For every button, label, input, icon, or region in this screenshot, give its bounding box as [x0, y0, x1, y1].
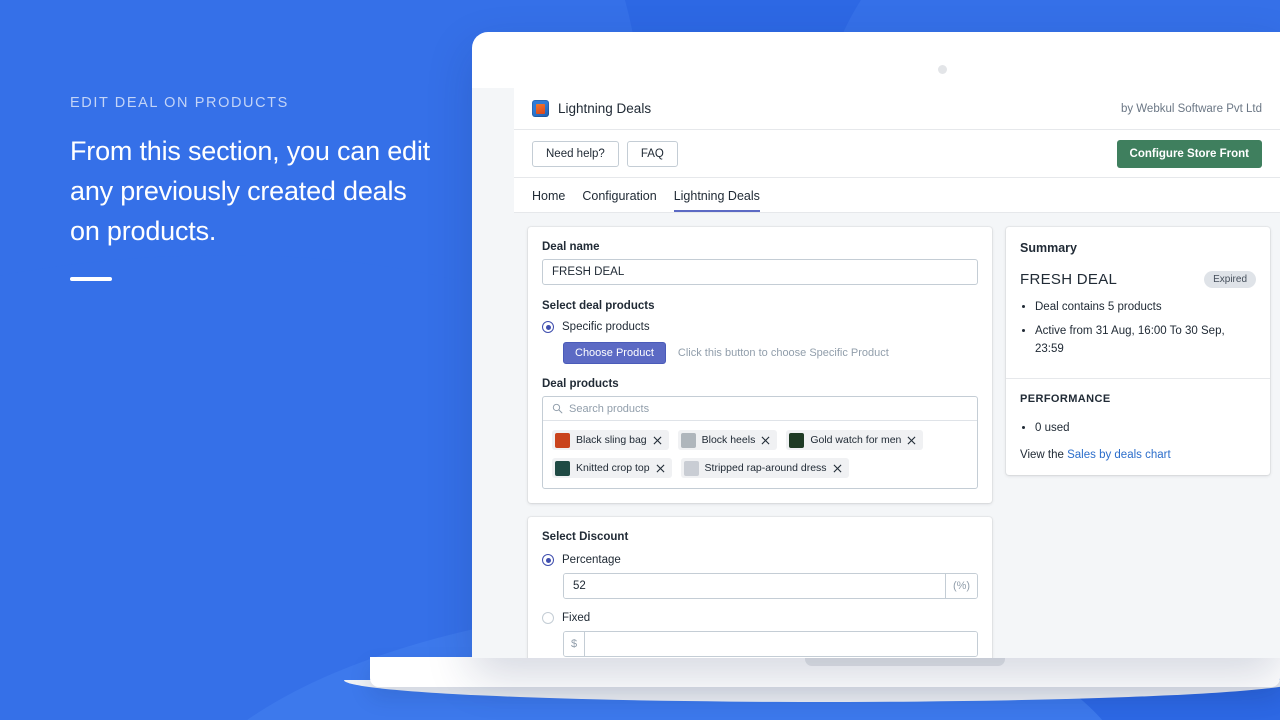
- promo-eyebrow: EDIT DEAL ON PRODUCTS: [70, 95, 289, 111]
- app-vendor: by Webkul Software Pvt Ltd: [1120, 102, 1262, 115]
- remove-product-icon[interactable]: [656, 464, 665, 473]
- product-tag-label: Block heels: [701, 434, 756, 446]
- app-content: Deal name Select deal products Specific …: [514, 213, 1280, 658]
- nav-item-home[interactable]: Home: [532, 189, 565, 212]
- performance-bullets: 0 used: [1035, 419, 1256, 437]
- percentage-label: Percentage: [562, 554, 621, 566]
- remove-product-icon[interactable]: [653, 436, 662, 445]
- laptop-lid: Lightning Deals by Webkul Software Pvt L…: [472, 32, 1280, 658]
- choose-product-row: Choose Product Click this button to choo…: [563, 342, 978, 364]
- deal-name-label: Deal name: [542, 241, 600, 253]
- product-search-row[interactable]: Search products: [543, 397, 977, 421]
- laptop-base: [370, 657, 1280, 687]
- app-window: Lightning Deals by Webkul Software Pvt L…: [514, 88, 1280, 658]
- select-discount-label: Select Discount: [542, 531, 629, 543]
- percentage-suffix: (%): [945, 574, 977, 598]
- specific-products-radio[interactable]: [542, 321, 554, 333]
- app-actionbar: Need help? FAQ Configure Store Front: [514, 130, 1280, 178]
- fixed-input[interactable]: [585, 632, 977, 656]
- deal-name-input[interactable]: [542, 259, 978, 285]
- summary-bullet: Active from 31 Aug, 16:00 To 30 Sep, 23:…: [1035, 322, 1256, 358]
- product-thumbnail: [680, 432, 696, 448]
- choose-product-hint: Click this button to choose Specific Pro…: [677, 347, 889, 359]
- percentage-radio-row[interactable]: Percentage: [542, 554, 978, 566]
- select-discount-card: Select Discount Percentage (%): [528, 517, 992, 658]
- status-badge: Expired: [1204, 271, 1256, 288]
- product-tag[interactable]: Block heels: [677, 430, 778, 450]
- summary-deal-title: FRESH DEAL: [1020, 271, 1118, 288]
- laptop-screen: Lightning Deals by Webkul Software Pvt L…: [472, 88, 1280, 658]
- product-thumbnail: [555, 432, 570, 448]
- choose-product-button[interactable]: Choose Product: [563, 342, 666, 364]
- specific-products-radio-row[interactable]: Specific products: [542, 321, 978, 333]
- product-tag-label: Knitted crop top: [576, 462, 650, 474]
- summary-bullet: Deal contains 5 products: [1035, 298, 1256, 316]
- summary-title-row: FRESH DEAL Expired: [1020, 271, 1256, 288]
- laptop-camera: [938, 65, 947, 74]
- deal-products-label: Deal products: [542, 378, 619, 390]
- percentage-input-group: (%): [563, 573, 978, 599]
- product-tag[interactable]: Gold watch for men: [786, 430, 924, 450]
- fixed-radio-row[interactable]: Fixed: [542, 612, 978, 624]
- summary-card: Summary FRESH DEAL Expired Deal contains…: [1006, 227, 1270, 475]
- remove-product-icon[interactable]: [761, 436, 770, 445]
- lightning-deals-app-icon: [532, 100, 549, 117]
- product-thumbnail: [789, 432, 805, 448]
- fixed-currency-prefix: $: [564, 632, 585, 656]
- select-deal-products-label: Select deal products: [542, 300, 655, 312]
- app-topbar: Lightning Deals by Webkul Software Pvt L…: [514, 88, 1280, 130]
- fixed-radio[interactable]: [542, 612, 554, 624]
- product-tag-label: Black sling bag: [576, 434, 647, 446]
- specific-products-label: Specific products: [562, 321, 650, 333]
- percentage-input[interactable]: [564, 574, 945, 598]
- promo-headline: From this section, you can edit any prev…: [70, 136, 430, 246]
- product-tag-label: Stripped rap-around dress: [704, 462, 827, 474]
- promo-rule: [70, 277, 112, 281]
- view-chart-prefix: View the: [1020, 449, 1068, 461]
- view-chart-line: View the Sales by deals chart: [1020, 449, 1256, 461]
- product-tag[interactable]: Stripped rap-around dress: [680, 458, 849, 478]
- product-tag-label: Gold watch for men: [810, 434, 902, 446]
- faq-button[interactable]: FAQ: [626, 140, 678, 167]
- product-thumbnail: [683, 460, 699, 476]
- deal-products-box: Search products Black sling bag Block hee…: [542, 396, 978, 489]
- summary-column: Summary FRESH DEAL Expired Deal contains…: [1006, 227, 1270, 475]
- configure-store-front-button[interactable]: Configure Store Front: [1116, 139, 1262, 168]
- app-title: Lightning Deals: [558, 101, 652, 116]
- selected-products-tags: Black sling bag Block heels Gold watch for…: [543, 421, 977, 488]
- product-tag[interactable]: Black sling bag: [552, 430, 669, 450]
- summary-bullets: Deal contains 5 products Active from 31 A…: [1035, 298, 1256, 358]
- performance-section: PERFORMANCE 0 used View the Sales by dea…: [1006, 379, 1270, 475]
- summary-bullet: 0 used: [1035, 419, 1256, 437]
- remove-product-icon[interactable]: [833, 464, 842, 473]
- need-help-button[interactable]: Need help?: [532, 140, 619, 167]
- summary-section: Summary FRESH DEAL Expired Deal contains…: [1006, 227, 1270, 378]
- product-thumbnail: [555, 460, 570, 476]
- fixed-input-group: $: [563, 631, 978, 657]
- search-icon: [552, 403, 563, 414]
- fixed-label: Fixed: [562, 612, 591, 624]
- remove-product-icon[interactable]: [907, 436, 916, 445]
- promo-copy: EDIT DEAL ON PRODUCTS From this section,…: [70, 95, 430, 281]
- product-search-placeholder: Search products: [569, 402, 650, 415]
- summary-heading: Summary: [1020, 241, 1077, 255]
- performance-heading: PERFORMANCE: [1020, 393, 1111, 405]
- app-navbar: Home Configuration Lightning Deals: [514, 178, 1280, 213]
- nav-item-configuration[interactable]: Configuration: [582, 189, 656, 212]
- product-tag[interactable]: Knitted crop top: [552, 458, 672, 478]
- nav-item-lightning-deals[interactable]: Lightning Deals: [673, 189, 760, 212]
- main-column: Deal name Select deal products Specific …: [528, 227, 992, 658]
- deal-details-card: Deal name Select deal products Specific …: [528, 227, 992, 503]
- percentage-radio[interactable]: [542, 554, 554, 566]
- sales-by-deals-chart-link[interactable]: Sales by deals chart: [1067, 449, 1171, 461]
- laptop-mockup: Lightning Deals by Webkul Software Pvt L…: [344, 32, 1280, 720]
